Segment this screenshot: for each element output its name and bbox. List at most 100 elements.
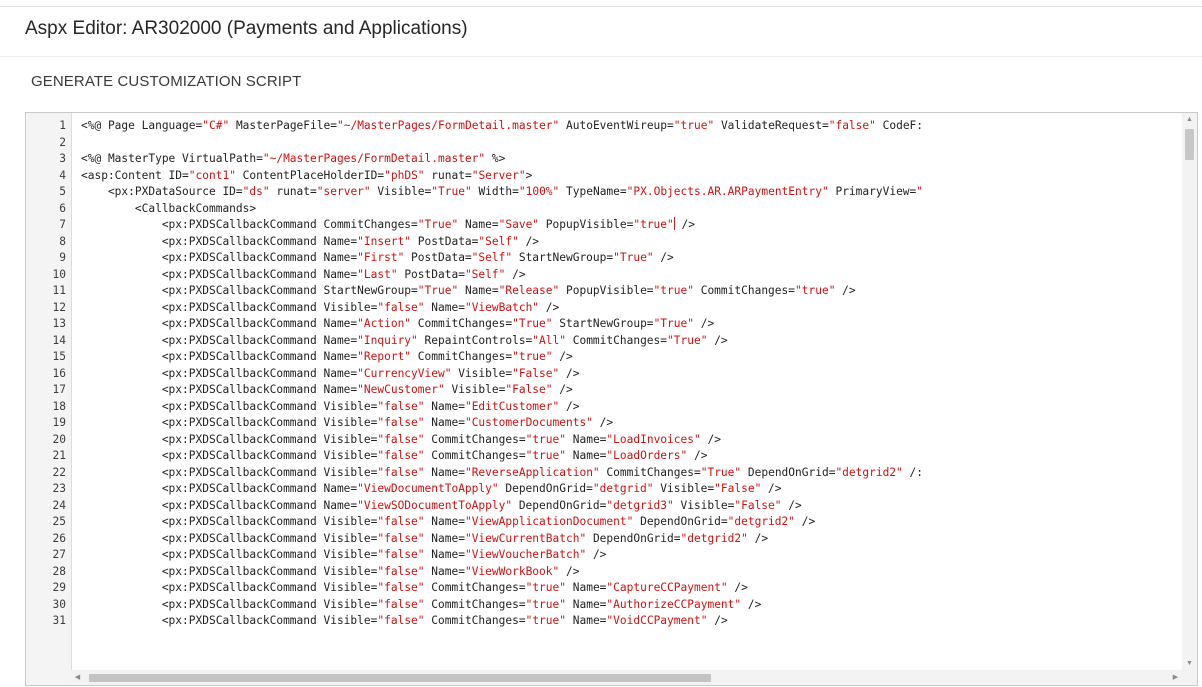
horizontal-scrollbar[interactable]: ◀ ▶ — [71, 670, 1197, 685]
line-number: 22 — [52, 465, 66, 479]
code-token: <px:PXDSCallbackCommand Visible= — [81, 531, 378, 545]
string-token: "false" — [377, 465, 425, 479]
code-token: CommitChanges= — [424, 614, 526, 627]
code-token: PostData= — [404, 251, 472, 264]
line-number: 20 — [52, 432, 66, 446]
line-number: 19 — [52, 416, 66, 429]
string-token: "true" — [525, 449, 566, 462]
horizontal-scroll-thumb[interactable] — [89, 674, 711, 682]
code-token: /> — [505, 267, 526, 281]
string-token: "false" — [377, 581, 425, 594]
string-token: "false" — [377, 597, 425, 611]
code-token: RepaintControls= — [417, 333, 533, 347]
code-token: <px:PXDSCallbackCommand Visible= — [81, 399, 378, 413]
code-token: <%@ Page Language= — [81, 119, 203, 132]
code-token: <px:PXDSCallbackCommand Name= — [81, 498, 358, 512]
code-token: /> — [693, 317, 715, 330]
code-line: <px:PXDataSource ID="ds" runat="server" … — [81, 184, 1181, 201]
string-token: "CustomerDocuments" — [464, 416, 593, 429]
string-token: "false" — [377, 300, 425, 314]
code-token: /> — [653, 251, 674, 264]
code-line: <px:PXDSCallbackCommand Visible="false" … — [81, 465, 1181, 482]
scroll-up-icon[interactable]: ▲ — [1182, 113, 1197, 126]
code-line: <CallbackCommands> — [81, 201, 1181, 218]
page-title: Aspx Editor: AR302000 (Payments and Appl… — [25, 18, 468, 39]
string-token: "false" — [377, 416, 425, 429]
code-token: Visible= — [451, 366, 513, 380]
code-line: <px:PXDSCallbackCommand Visible="false" … — [81, 300, 1181, 317]
code-token: /> — [761, 482, 782, 495]
string-token: "Self" — [471, 251, 513, 264]
code-token: Name= — [424, 548, 465, 561]
code-token: StartNewGroup= — [512, 251, 614, 264]
code-token: CommitChanges= — [411, 350, 513, 363]
code-line: <px:PXDSCallbackCommand Visible="false" … — [81, 597, 1181, 614]
string-token: "VoidCCPayment" — [606, 614, 708, 627]
code-token: <px:PXDSCallbackCommand CommitChanges= — [81, 218, 418, 231]
code-token: /> — [707, 614, 728, 627]
code-token: /> — [700, 432, 721, 446]
top-divider — [0, 6, 1202, 7]
string-token: "server" — [316, 185, 371, 198]
code-token: Visible= — [444, 383, 506, 396]
line-number: 11 — [52, 284, 66, 297]
code-token: Visible= — [653, 482, 715, 495]
scroll-down-icon[interactable]: ▼ — [1182, 657, 1197, 670]
code-area[interactable]: <%@ Page Language="C#" MasterPageFile="~… — [81, 118, 1181, 630]
code-line: <px:PXDSCallbackCommand Visible="false" … — [81, 580, 1181, 597]
line-number: 8 — [59, 234, 66, 248]
code-token: <px:PXDSCallbackCommand Name= — [81, 234, 358, 248]
string-token: "false" — [377, 531, 425, 545]
string-token: "True" — [653, 317, 694, 330]
code-token: DependOnGrid= — [633, 515, 728, 528]
string-token: "ViewCurrentBatch" — [464, 531, 587, 545]
code-token: <px:PXDSCallbackCommand Visible= — [81, 548, 378, 561]
scroll-right-icon[interactable]: ▶ — [1169, 670, 1182, 685]
code-token: <%@ MasterType VirtualPath= — [81, 152, 263, 165]
code-token: AutoEventWireup= — [559, 119, 674, 132]
code-token: <px:PXDSCallbackCommand Name= — [81, 267, 358, 281]
string-token: "true" — [525, 432, 566, 446]
vertical-scrollbar[interactable]: ▲ ▼ — [1182, 113, 1197, 670]
line-number: 17 — [52, 383, 66, 396]
vertical-scroll-thumb[interactable] — [1185, 129, 1194, 160]
code-token: /> — [592, 416, 614, 429]
string-token: "true" — [525, 581, 566, 594]
line-number: 3 — [59, 152, 66, 165]
code-token: /> — [674, 218, 695, 231]
code-line: <px:PXDSCallbackCommand Name="Inquiry" R… — [81, 333, 1181, 350]
code-token: Name= — [566, 597, 607, 611]
code-token: MasterPageFile= — [229, 119, 337, 132]
line-number: 27 — [52, 548, 66, 561]
line-numbers: 1 2 3 4 5 6 7 8 9 10 11 12 13 14 15 16 17 18 19 20 21 22 23 24 2… — [26, 118, 66, 630]
line-number: 24 — [52, 498, 66, 512]
code-token: <asp:Content ID= — [81, 168, 189, 182]
code-token: Name= — [424, 515, 465, 528]
code-line: <px:PXDSCallbackCommand Name="Action" Co… — [81, 316, 1181, 333]
code-line: <px:PXDSCallbackCommand Visible="false" … — [81, 564, 1181, 581]
generate-customization-script-button[interactable]: GENERATE CUSTOMIZATION SCRIPT — [31, 73, 301, 90]
code-line: <px:PXDSCallbackCommand Visible="false" … — [81, 613, 1181, 630]
code-token: CommitChanges= — [424, 597, 526, 611]
scrollbar-corner — [1182, 670, 1197, 685]
scroll-left-icon[interactable]: ◀ — [71, 670, 84, 685]
string-token: "First" — [357, 251, 405, 264]
code-editor[interactable]: 1 2 3 4 5 6 7 8 9 10 11 12 13 14 15 16 17 18 19 20 21 22 23 24 2… — [25, 112, 1198, 686]
line-number: 31 — [52, 614, 66, 627]
line-number: 30 — [52, 597, 66, 611]
string-token: "phDS" — [384, 168, 425, 182]
code-token: Name= — [424, 465, 465, 479]
code-token: <px:PXDSCallbackCommand Visible= — [81, 465, 378, 479]
code-token: Name= — [458, 284, 499, 297]
code-token: /> — [781, 498, 802, 512]
string-token: "false" — [377, 564, 425, 578]
string-token: "ReverseApplication" — [464, 465, 600, 479]
code-line: <px:PXDSCallbackCommand Visible="false" … — [81, 399, 1181, 416]
code-token: Name= — [566, 449, 607, 462]
code-token: CommitChanges= — [693, 284, 796, 297]
string-token: "True" — [417, 284, 459, 297]
string-token: "ds" — [242, 185, 270, 198]
string-token: "Release" — [498, 284, 560, 297]
string-token: "EditCustomer" — [464, 399, 560, 413]
